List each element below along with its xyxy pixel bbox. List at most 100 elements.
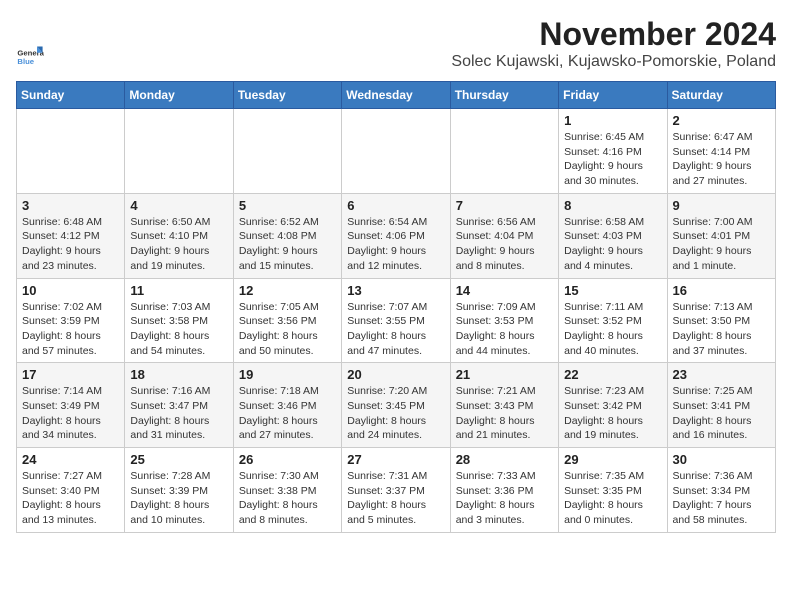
day-info: Sunrise: 7:16 AMSunset: 3:47 PMDaylight:… — [130, 384, 227, 443]
day-number: 30 — [673, 452, 770, 467]
day-number: 15 — [564, 283, 661, 298]
day-number: 25 — [130, 452, 227, 467]
calendar-cell: 7 Sunrise: 6:56 AMSunset: 4:04 PMDaylight… — [450, 193, 558, 278]
day-number: 5 — [239, 198, 336, 213]
day-info: Sunrise: 7:03 AMSunset: 3:58 PMDaylight:… — [130, 300, 227, 359]
day-number: 17 — [22, 367, 119, 382]
calendar-cell: 27 Sunrise: 7:31 AMSunset: 3:37 PMDayligh… — [342, 448, 450, 533]
day-info: Sunrise: 6:56 AMSunset: 4:04 PMDaylight:… — [456, 215, 553, 274]
calendar-table: SundayMondayTuesdayWednesdayThursdayFrid… — [16, 81, 776, 533]
day-info: Sunrise: 7:18 AMSunset: 3:46 PMDaylight:… — [239, 384, 336, 443]
day-info: Sunrise: 7:23 AMSunset: 3:42 PMDaylight:… — [564, 384, 661, 443]
calendar-cell: 4 Sunrise: 6:50 AMSunset: 4:10 PMDaylight… — [125, 193, 233, 278]
calendar-cell: 6 Sunrise: 6:54 AMSunset: 4:06 PMDaylight… — [342, 193, 450, 278]
calendar-cell: 23Sunrise: 7:25 AMSunset: 3:41 PMDayligh… — [667, 363, 775, 448]
calendar-cell: 14Sunrise: 7:09 AMSunset: 3:53 PMDayligh… — [450, 278, 558, 363]
calendar-week-2: 3 Sunrise: 6:48 AMSunset: 4:12 PMDaylight… — [17, 193, 776, 278]
calendar-cell: 18 Sunrise: 7:16 AMSunset: 3:47 PMDayligh… — [125, 363, 233, 448]
calendar-cell: 28 Sunrise: 7:33 AMSunset: 3:36 PMDayligh… — [450, 448, 558, 533]
weekday-header-tuesday: Tuesday — [233, 82, 341, 109]
calendar-cell: 29Sunrise: 7:35 AMSunset: 3:35 PMDayligh… — [559, 448, 667, 533]
calendar-cell — [233, 109, 341, 194]
calendar-week-5: 24 Sunrise: 7:27 AMSunset: 3:40 PMDayligh… — [17, 448, 776, 533]
logo-icon: General Blue — [16, 43, 44, 71]
day-number: 20 — [347, 367, 444, 382]
calendar-week-3: 10Sunrise: 7:02 AMSunset: 3:59 PMDayligh… — [17, 278, 776, 363]
calendar-cell: 2 Sunrise: 6:47 AMSunset: 4:14 PMDaylight… — [667, 109, 775, 194]
day-number: 4 — [130, 198, 227, 213]
calendar-cell: 19 Sunrise: 7:18 AMSunset: 3:46 PMDayligh… — [233, 363, 341, 448]
day-info: Sunrise: 7:05 AMSunset: 3:56 PMDaylight:… — [239, 300, 336, 359]
day-info: Sunrise: 7:30 AMSunset: 3:38 PMDaylight:… — [239, 469, 336, 528]
calendar-cell — [125, 109, 233, 194]
day-info: Sunrise: 7:36 AMSunset: 3:34 PMDaylight:… — [673, 469, 770, 528]
day-info: Sunrise: 6:48 AMSunset: 4:12 PMDaylight:… — [22, 215, 119, 274]
day-number: 1 — [564, 113, 661, 128]
day-info: Sunrise: 7:13 AMSunset: 3:50 PMDaylight:… — [673, 300, 770, 359]
day-info: Sunrise: 7:27 AMSunset: 3:40 PMDaylight:… — [22, 469, 119, 528]
day-number: 6 — [347, 198, 444, 213]
calendar-cell: 26 Sunrise: 7:30 AMSunset: 3:38 PMDayligh… — [233, 448, 341, 533]
day-number: 3 — [22, 198, 119, 213]
calendar-cell: 12 Sunrise: 7:05 AMSunset: 3:56 PMDayligh… — [233, 278, 341, 363]
day-info: Sunrise: 6:50 AMSunset: 4:10 PMDaylight:… — [130, 215, 227, 274]
day-number: 7 — [456, 198, 553, 213]
day-number: 24 — [22, 452, 119, 467]
day-info: Sunrise: 6:54 AMSunset: 4:06 PMDaylight:… — [347, 215, 444, 274]
calendar-cell: 30 Sunrise: 7:36 AMSunset: 3:34 PMDayligh… — [667, 448, 775, 533]
day-number: 28 — [456, 452, 553, 467]
calendar-cell: 8Sunrise: 6:58 AMSunset: 4:03 PMDaylight… — [559, 193, 667, 278]
calendar-cell: 22 Sunrise: 7:23 AMSunset: 3:42 PMDayligh… — [559, 363, 667, 448]
day-info: Sunrise: 7:28 AMSunset: 3:39 PMDaylight:… — [130, 469, 227, 528]
weekday-header-thursday: Thursday — [450, 82, 558, 109]
logo: General Blue — [16, 43, 48, 71]
day-number: 26 — [239, 452, 336, 467]
calendar-week-1: 1 Sunrise: 6:45 AMSunset: 4:16 PMDaylight… — [17, 109, 776, 194]
calendar-cell: 17 Sunrise: 7:14 AMSunset: 3:49 PMDayligh… — [17, 363, 125, 448]
day-info: Sunrise: 7:14 AMSunset: 3:49 PMDaylight:… — [22, 384, 119, 443]
calendar-cell: 21 Sunrise: 7:21 AMSunset: 3:43 PMDayligh… — [450, 363, 558, 448]
weekday-header-saturday: Saturday — [667, 82, 775, 109]
calendar-cell: 20 Sunrise: 7:20 AMSunset: 3:45 PMDayligh… — [342, 363, 450, 448]
svg-text:Blue: Blue — [17, 57, 34, 66]
calendar-cell: 3 Sunrise: 6:48 AMSunset: 4:12 PMDaylight… — [17, 193, 125, 278]
calendar-cell: 9Sunrise: 7:00 AMSunset: 4:01 PMDaylight… — [667, 193, 775, 278]
day-number: 14 — [456, 283, 553, 298]
day-info: Sunrise: 7:20 AMSunset: 3:45 PMDaylight:… — [347, 384, 444, 443]
calendar-cell: 13Sunrise: 7:07 AMSunset: 3:55 PMDayligh… — [342, 278, 450, 363]
weekday-header-wednesday: Wednesday — [342, 82, 450, 109]
day-number: 21 — [456, 367, 553, 382]
day-number: 22 — [564, 367, 661, 382]
day-info: Sunrise: 7:31 AMSunset: 3:37 PMDaylight:… — [347, 469, 444, 528]
day-number: 12 — [239, 283, 336, 298]
day-number: 27 — [347, 452, 444, 467]
day-number: 10 — [22, 283, 119, 298]
day-info: Sunrise: 7:25 AMSunset: 3:41 PMDaylight:… — [673, 384, 770, 443]
calendar-cell: 15 Sunrise: 7:11 AMSunset: 3:52 PMDayligh… — [559, 278, 667, 363]
day-number: 11 — [130, 283, 227, 298]
calendar-cell: 24 Sunrise: 7:27 AMSunset: 3:40 PMDayligh… — [17, 448, 125, 533]
day-number: 16 — [673, 283, 770, 298]
day-number: 19 — [239, 367, 336, 382]
day-info: Sunrise: 7:11 AMSunset: 3:52 PMDaylight:… — [564, 300, 661, 359]
day-info: Sunrise: 6:58 AMSunset: 4:03 PMDaylight:… — [564, 215, 661, 274]
day-info: Sunrise: 7:33 AMSunset: 3:36 PMDaylight:… — [456, 469, 553, 528]
month-title: November 2024 — [451, 16, 776, 53]
calendar-cell: 5 Sunrise: 6:52 AMSunset: 4:08 PMDaylight… — [233, 193, 341, 278]
weekday-header-row: SundayMondayTuesdayWednesdayThursdayFrid… — [17, 82, 776, 109]
day-info: Sunrise: 6:47 AMSunset: 4:14 PMDaylight:… — [673, 130, 770, 189]
day-number: 18 — [130, 367, 227, 382]
title-section: November 2024 Solec Kujawski, Kujawsko-P… — [451, 16, 776, 71]
calendar-cell: 10Sunrise: 7:02 AMSunset: 3:59 PMDayligh… — [17, 278, 125, 363]
day-info: Sunrise: 7:00 AMSunset: 4:01 PMDaylight:… — [673, 215, 770, 274]
day-info: Sunrise: 6:52 AMSunset: 4:08 PMDaylight:… — [239, 215, 336, 274]
day-info: Sunrise: 7:21 AMSunset: 3:43 PMDaylight:… — [456, 384, 553, 443]
calendar-cell: 25 Sunrise: 7:28 AMSunset: 3:39 PMDayligh… — [125, 448, 233, 533]
calendar-cell — [342, 109, 450, 194]
weekday-header-friday: Friday — [559, 82, 667, 109]
day-number: 2 — [673, 113, 770, 128]
day-info: Sunrise: 7:35 AMSunset: 3:35 PMDaylight:… — [564, 469, 661, 528]
calendar-cell: 16 Sunrise: 7:13 AMSunset: 3:50 PMDayligh… — [667, 278, 775, 363]
calendar-week-4: 17 Sunrise: 7:14 AMSunset: 3:49 PMDayligh… — [17, 363, 776, 448]
day-info: Sunrise: 6:45 AMSunset: 4:16 PMDaylight:… — [564, 130, 661, 189]
